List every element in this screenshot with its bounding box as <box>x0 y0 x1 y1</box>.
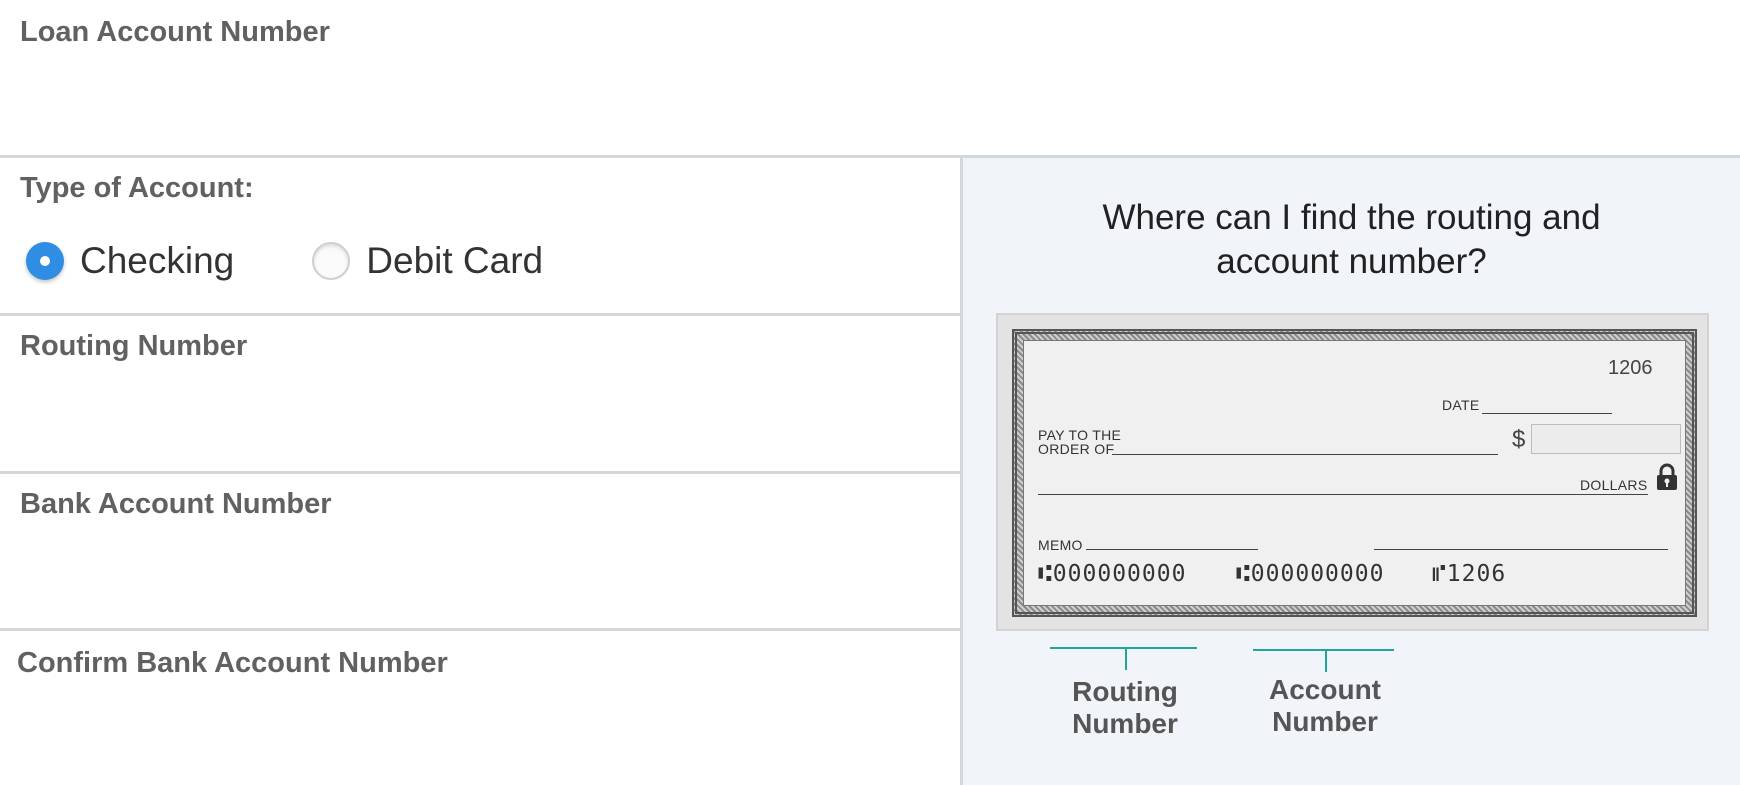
radio-option-checking[interactable]: Checking <box>26 240 234 282</box>
debit-card-label: Debit Card <box>366 240 544 281</box>
account-type-label: Type of Account: <box>20 172 254 204</box>
bank-account-field[interactable]: Bank Account Number <box>0 474 962 631</box>
check-payee-line <box>1112 454 1498 455</box>
loan-account-input[interactable] <box>0 0 1740 155</box>
routing-number-input[interactable] <box>0 316 962 471</box>
routing-help-panel: Where can I find the routing and account… <box>963 158 1740 785</box>
routing-bracket-line <box>1050 647 1197 649</box>
radio-option-debit-card[interactable]: Debit Card <box>312 240 543 282</box>
loan-account-field[interactable]: Loan Account Number <box>0 0 1740 158</box>
check-border: 1206 DATE PAY TO THE ORDER OF $ DOLLARS … <box>1012 329 1697 617</box>
check-number: 1206 <box>1608 357 1653 379</box>
check-signature-line <box>1374 549 1668 550</box>
check-memo-label: MEMO <box>1038 537 1083 553</box>
check-amount-words-line <box>1038 494 1648 495</box>
account-type-radio-group: Checking Debit Card <box>26 240 621 282</box>
routing-number-caption: Routing Number <box>1072 676 1178 739</box>
lock-icon <box>1657 463 1677 490</box>
check-amount-box <box>1531 424 1681 454</box>
check-micr-routing: ⑆000000000 <box>1038 561 1187 587</box>
check-pay-to-line2: ORDER OF <box>1038 441 1115 457</box>
check-date-label: DATE <box>1442 397 1480 413</box>
routing-number-field[interactable]: Routing Number <box>0 316 962 474</box>
account-bracket-line <box>1253 649 1394 651</box>
check-pay-to-line1: PAY TO THE <box>1038 427 1122 443</box>
checking-radio[interactable] <box>26 242 64 280</box>
debit-card-radio[interactable] <box>312 242 351 280</box>
check-illustration: 1206 DATE PAY TO THE ORDER OF $ DOLLARS … <box>996 313 1709 631</box>
check-date-line <box>1482 413 1612 414</box>
check-micr-account: ⑆000000000 <box>1236 561 1385 587</box>
account-type-field: Type of Account: Checking Debit Card <box>0 158 962 316</box>
check-face: 1206 DATE PAY TO THE ORDER OF $ DOLLARS … <box>1023 340 1686 606</box>
check-memo-line <box>1086 549 1258 550</box>
confirm-bank-account-input[interactable] <box>0 631 962 785</box>
check-dollars-label: DOLLARS <box>1580 477 1648 493</box>
check-micr-check-number: ⑈1206 <box>1432 561 1507 587</box>
help-title: Where can I find the routing and account… <box>1102 198 1601 281</box>
account-bracket-tick <box>1325 650 1327 672</box>
bank-account-input[interactable] <box>0 474 962 628</box>
check-dollar-sign: $ <box>1512 426 1526 453</box>
checking-label: Checking <box>80 240 235 281</box>
confirm-bank-account-field[interactable]: Confirm Bank Account Number <box>0 631 962 785</box>
account-number-caption: Account Number <box>1269 674 1381 737</box>
routing-bracket-tick <box>1125 648 1127 670</box>
